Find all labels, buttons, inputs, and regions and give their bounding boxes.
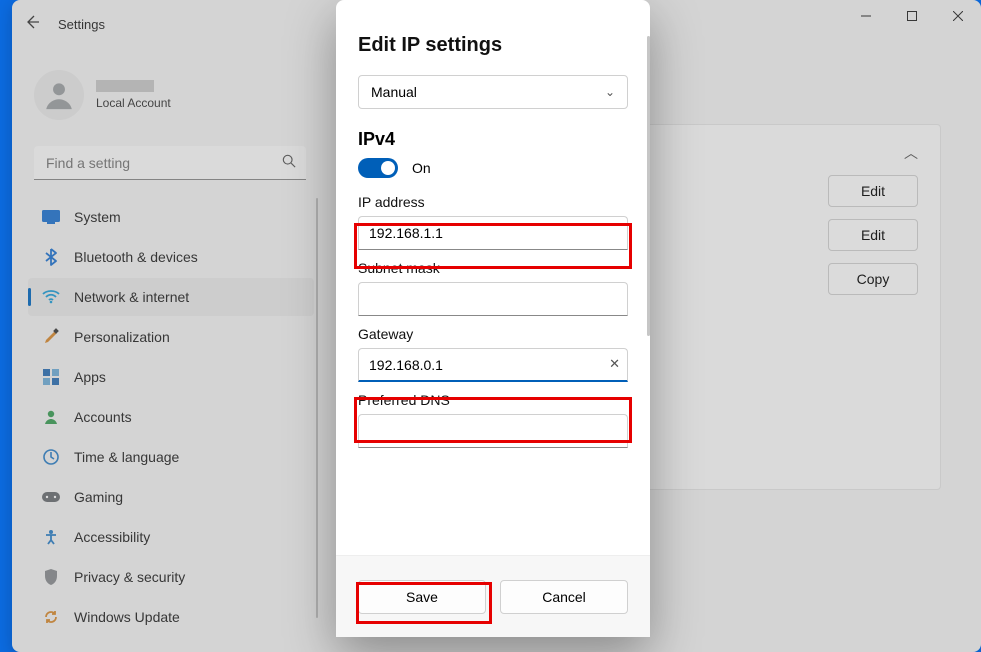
clear-icon[interactable]: ✕ bbox=[609, 356, 620, 372]
gateway-label: Gateway bbox=[358, 326, 628, 342]
ipv4-toggle[interactable] bbox=[358, 158, 398, 178]
dialog-title: Edit IP settings bbox=[358, 34, 628, 57]
dialog-footer: Save Cancel bbox=[336, 555, 650, 637]
edit-ip-dialog: Edit IP settings Manual ⌄ IPv4 On IP add… bbox=[336, 0, 650, 637]
dialog-scrollbar[interactable] bbox=[647, 36, 650, 336]
save-button[interactable]: Save bbox=[358, 580, 486, 614]
ip-mode-value: Manual bbox=[371, 84, 417, 100]
preferred-dns-input[interactable] bbox=[358, 414, 628, 448]
ipv4-toggle-label: On bbox=[412, 160, 431, 176]
chevron-down-icon: ⌄ bbox=[605, 85, 615, 99]
ip-address-input[interactable] bbox=[358, 216, 628, 250]
gateway-input[interactable] bbox=[358, 348, 628, 382]
ip-mode-select[interactable]: Manual ⌄ bbox=[358, 75, 628, 109]
subnet-label: Subnet mask bbox=[358, 260, 628, 276]
ip-address-label: IP address bbox=[358, 194, 628, 210]
preferred-dns-label: Preferred DNS bbox=[358, 392, 628, 408]
cancel-button[interactable]: Cancel bbox=[500, 580, 628, 614]
subnet-input[interactable] bbox=[358, 282, 628, 316]
ipv4-heading: IPv4 bbox=[358, 129, 628, 150]
